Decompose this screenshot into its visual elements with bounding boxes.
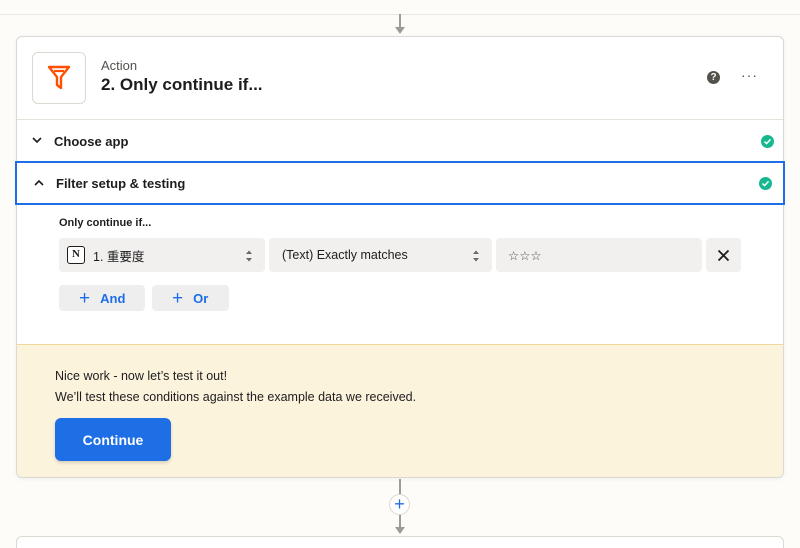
filter-heading: Only continue if... [59, 217, 152, 229]
section-choose-app[interactable]: Choose app [17, 119, 783, 163]
select-arrows-icon [473, 250, 479, 262]
flow-arrow-down-icon [395, 527, 405, 534]
step-title: 2. Only continue if... [101, 75, 263, 94]
help-icon[interactable]: ? [707, 71, 720, 84]
step-kind-label: Action [101, 58, 138, 73]
section-filter-setup[interactable]: Filter setup & testing [15, 161, 785, 205]
section-label: Filter setup & testing [56, 175, 186, 191]
next-step-card[interactable] [16, 536, 784, 548]
filter-field-value: 1. 重要度 [93, 249, 145, 264]
app-icon [32, 52, 86, 104]
check-circle-icon [759, 176, 772, 190]
filter-value-text: ☆☆☆ [508, 248, 542, 263]
filter-icon [47, 65, 71, 90]
filter-value-input[interactable]: ☆☆☆ [496, 238, 702, 272]
chevron-up-icon [34, 179, 44, 186]
filter-operator-value: (Text) Exactly matches [282, 248, 408, 262]
add-and-label: And [100, 290, 126, 306]
continue-button[interactable]: Continue [55, 418, 171, 461]
flow-arrow-down-icon [395, 27, 405, 34]
add-and-button[interactable]: + And [59, 285, 145, 311]
plus-icon: + [172, 287, 184, 309]
more-options-icon[interactable]: ··· [741, 67, 758, 83]
filter-field-select[interactable]: N 1. 重要度 [59, 238, 265, 272]
test-notice-panel: Nice work - now let’s test it out! We’ll… [17, 344, 783, 477]
notice-description: We’ll test these conditions against the … [55, 390, 417, 404]
filter-operator-select[interactable]: (Text) Exactly matches [269, 238, 492, 272]
plus-icon: + [79, 287, 91, 309]
notice-heading: Nice work - now let’s test it out! [55, 369, 228, 383]
close-icon [717, 249, 730, 261]
filter-step-card: Action 2. Only continue if... ? ··· Choo… [15, 36, 785, 478]
step-header[interactable]: Action 2. Only continue if... ? ··· [17, 37, 783, 119]
select-arrows-icon [246, 250, 252, 262]
flow-connector-top [399, 14, 401, 28]
notion-icon: N [67, 246, 85, 264]
section-label: Choose app [54, 134, 129, 149]
chevron-down-icon [32, 137, 42, 144]
add-or-label: Or [193, 290, 209, 306]
check-circle-icon [761, 135, 774, 148]
add-or-button[interactable]: + Or [152, 285, 229, 311]
remove-condition-button[interactable] [706, 238, 741, 272]
add-step-button[interactable]: + [389, 494, 410, 515]
